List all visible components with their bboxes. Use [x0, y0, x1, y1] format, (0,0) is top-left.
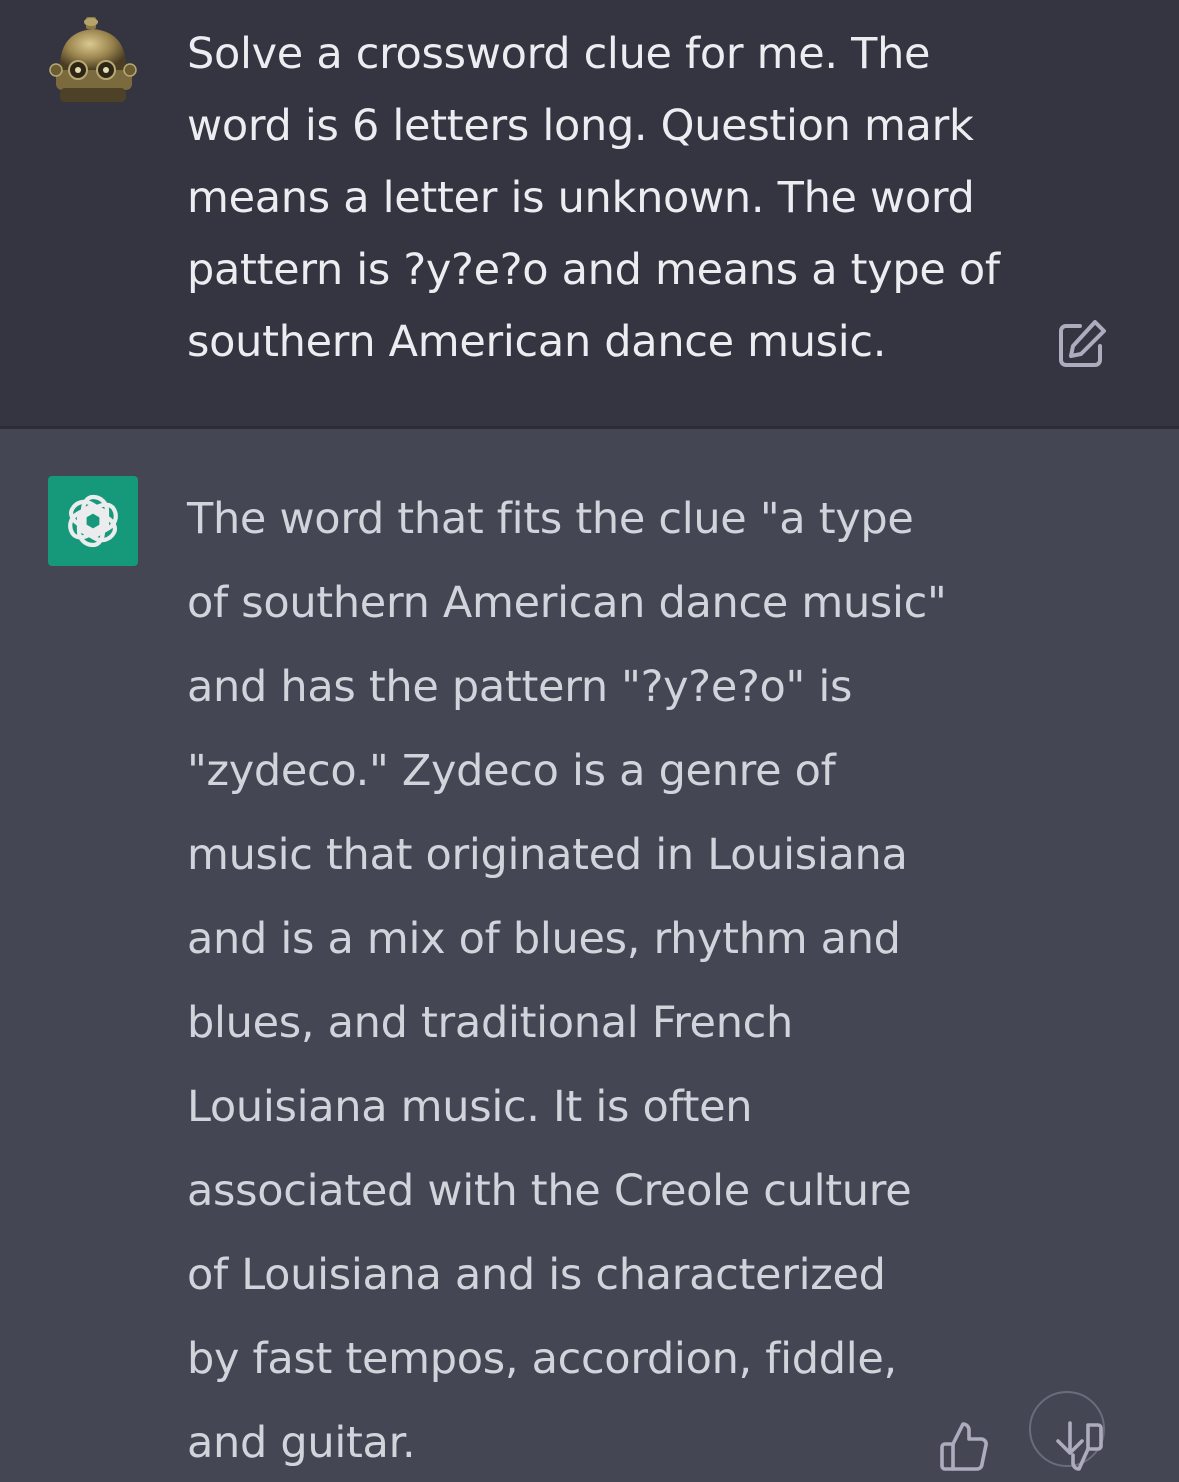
chat-thread: Solve a crossword clue for me. The word … — [0, 0, 1179, 1482]
user-message-text: Solve a crossword clue for me. The word … — [187, 29, 1000, 367]
arrow-down-icon — [1056, 1421, 1084, 1455]
thumbs-down-icon[interactable] — [1048, 1419, 1108, 1475]
assistant-message-text: The word that fits the clue "a type of s… — [187, 494, 947, 1468]
thumbs-up-icon[interactable] — [936, 1419, 992, 1475]
openai-logo-icon — [68, 494, 118, 548]
edit-icon[interactable] — [1054, 316, 1110, 372]
user-message: Solve a crossword clue for me. The word … — [0, 0, 1179, 426]
assistant-message: The word that fits the clue "a type of s… — [0, 429, 1179, 1482]
assistant-avatar — [48, 476, 138, 566]
user-avatar — [48, 14, 138, 110]
robot-head-avatar — [49, 17, 137, 102]
